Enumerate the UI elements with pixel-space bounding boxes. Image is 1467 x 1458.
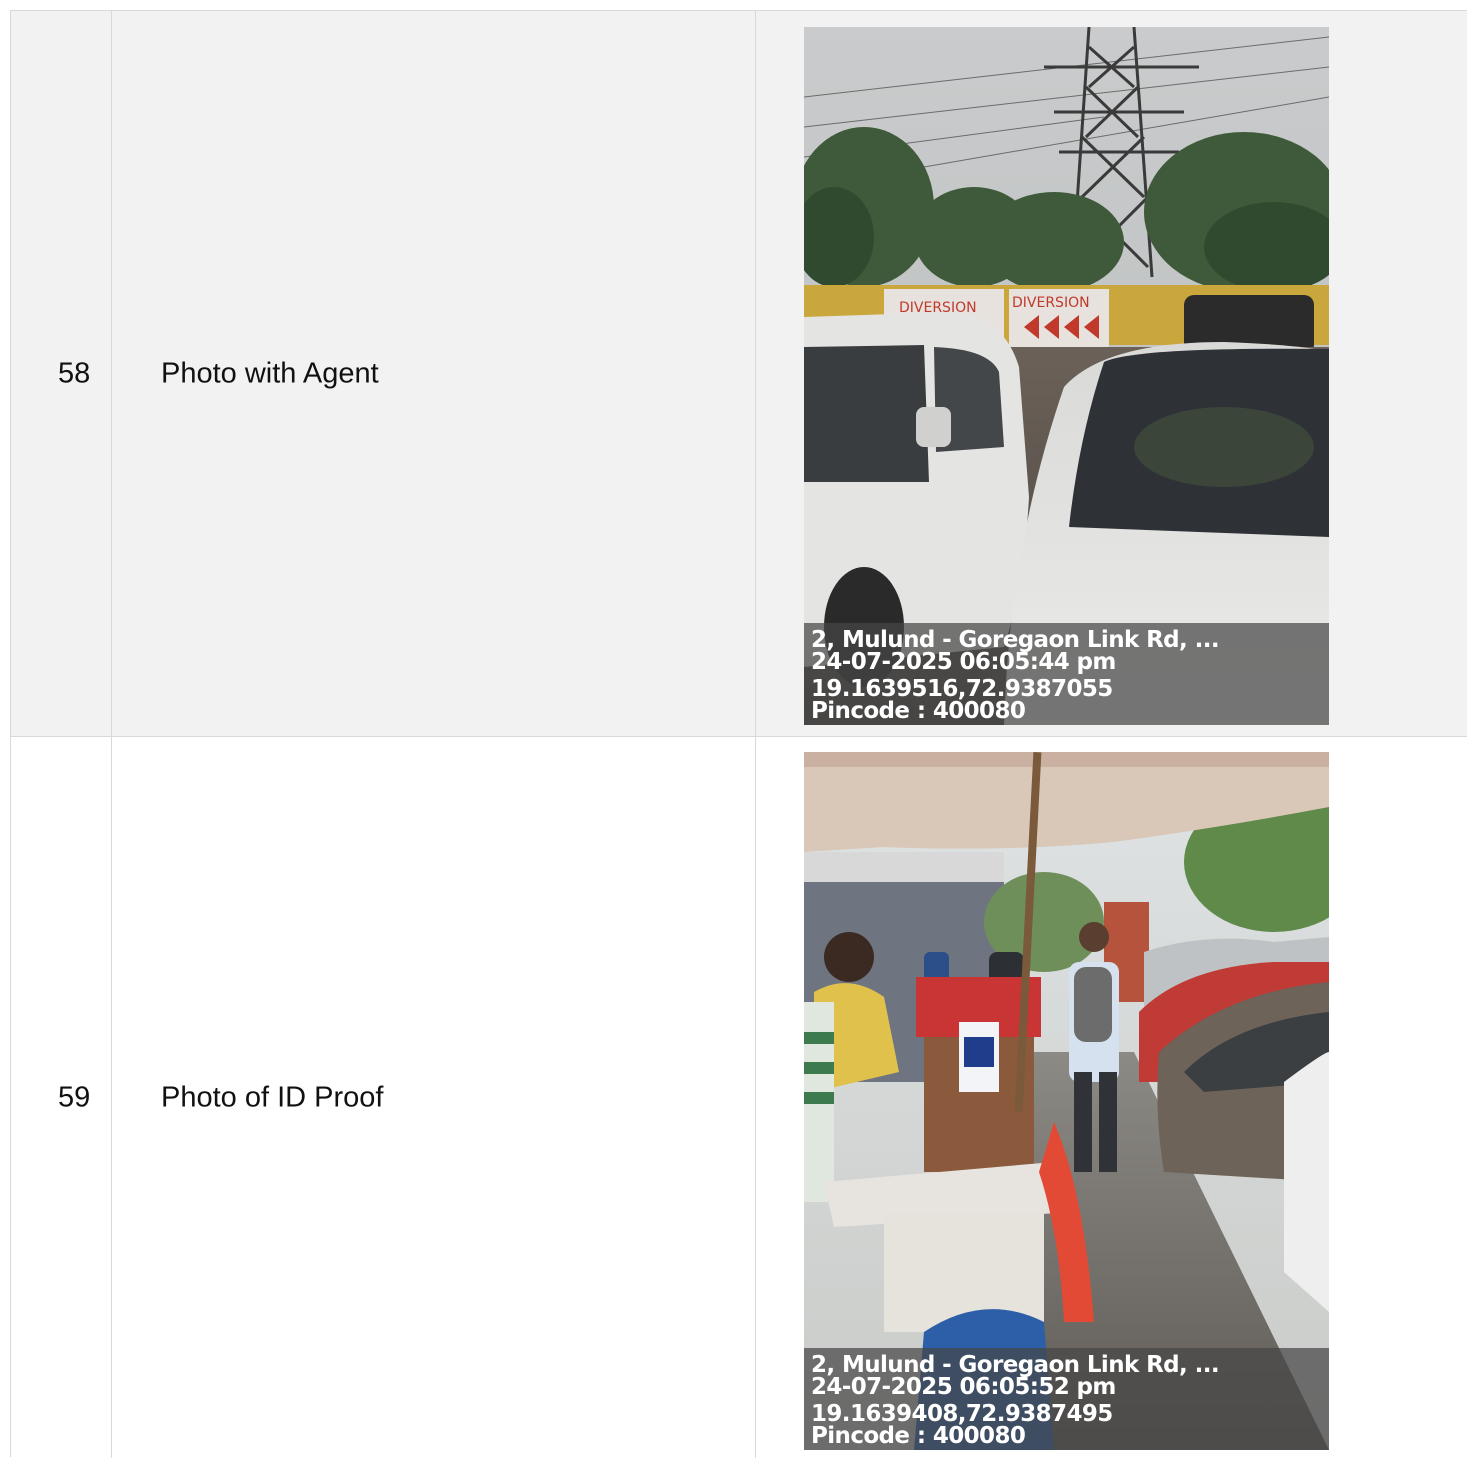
table-row-photo-of-id-proof: 59 Photo of ID Proof 2, Mulund - Goregao… [11,737,1467,1458]
description-label: Photo with Agent [161,357,379,389]
agent-photo: DIVERSION DIVERSION 2, Mulund - Goregaon… [804,27,1329,725]
serial-number: 59 [58,1081,91,1113]
stamp-datetime: 24-07-2025 06:05:52 pm [811,1374,1116,1400]
photo-cell: DIVERSION DIVERSION 2, Mulund - Goregaon… [756,11,1467,736]
stamp-coordinates: 19.1639408,72.9387495 [811,1401,1113,1427]
stamp-coordinates: 19.1639516,72.9387055 [811,676,1113,702]
serial-number-cell: 58 [11,11,112,736]
table-row-photo-with-agent: 58 Photo with Agent DIVERSION DIVERSION … [11,11,1467,737]
stamp-pincode: Pincode : 400080 [811,698,1026,724]
id-proof-photo: 2, Mulund - Goregaon Link Rd, ... 24-07-… [804,752,1329,1450]
photo-geo-stamp: 2, Mulund - Goregaon Link Rd, ... 24-07-… [804,623,1329,725]
stamp-address: 2, Mulund - Goregaon Link Rd, ... [811,627,1220,653]
stamp-datetime: 24-07-2025 06:05:44 pm [811,649,1116,675]
description-label: Photo of ID Proof [161,1081,384,1113]
photo-cell: 2, Mulund - Goregaon Link Rd, ... 24-07-… [756,737,1467,1458]
serial-number: 58 [58,357,91,389]
description-cell: Photo with Agent [112,11,756,736]
street-stall-image [804,752,1329,1450]
diversion-sign-text-2: DIVERSION [1012,295,1090,311]
stamp-address: 2, Mulund - Goregaon Link Rd, ... [811,1352,1220,1378]
stamp-pincode: Pincode : 400080 [811,1423,1026,1449]
description-cell: Photo of ID Proof [112,737,756,1458]
photo-geo-stamp: 2, Mulund - Goregaon Link Rd, ... 24-07-… [804,1348,1329,1450]
serial-number-cell: 59 [11,737,112,1458]
verification-table: 58 Photo with Agent DIVERSION DIVERSION … [10,10,1467,1458]
street-scene-image: DIVERSION DIVERSION [804,27,1329,725]
